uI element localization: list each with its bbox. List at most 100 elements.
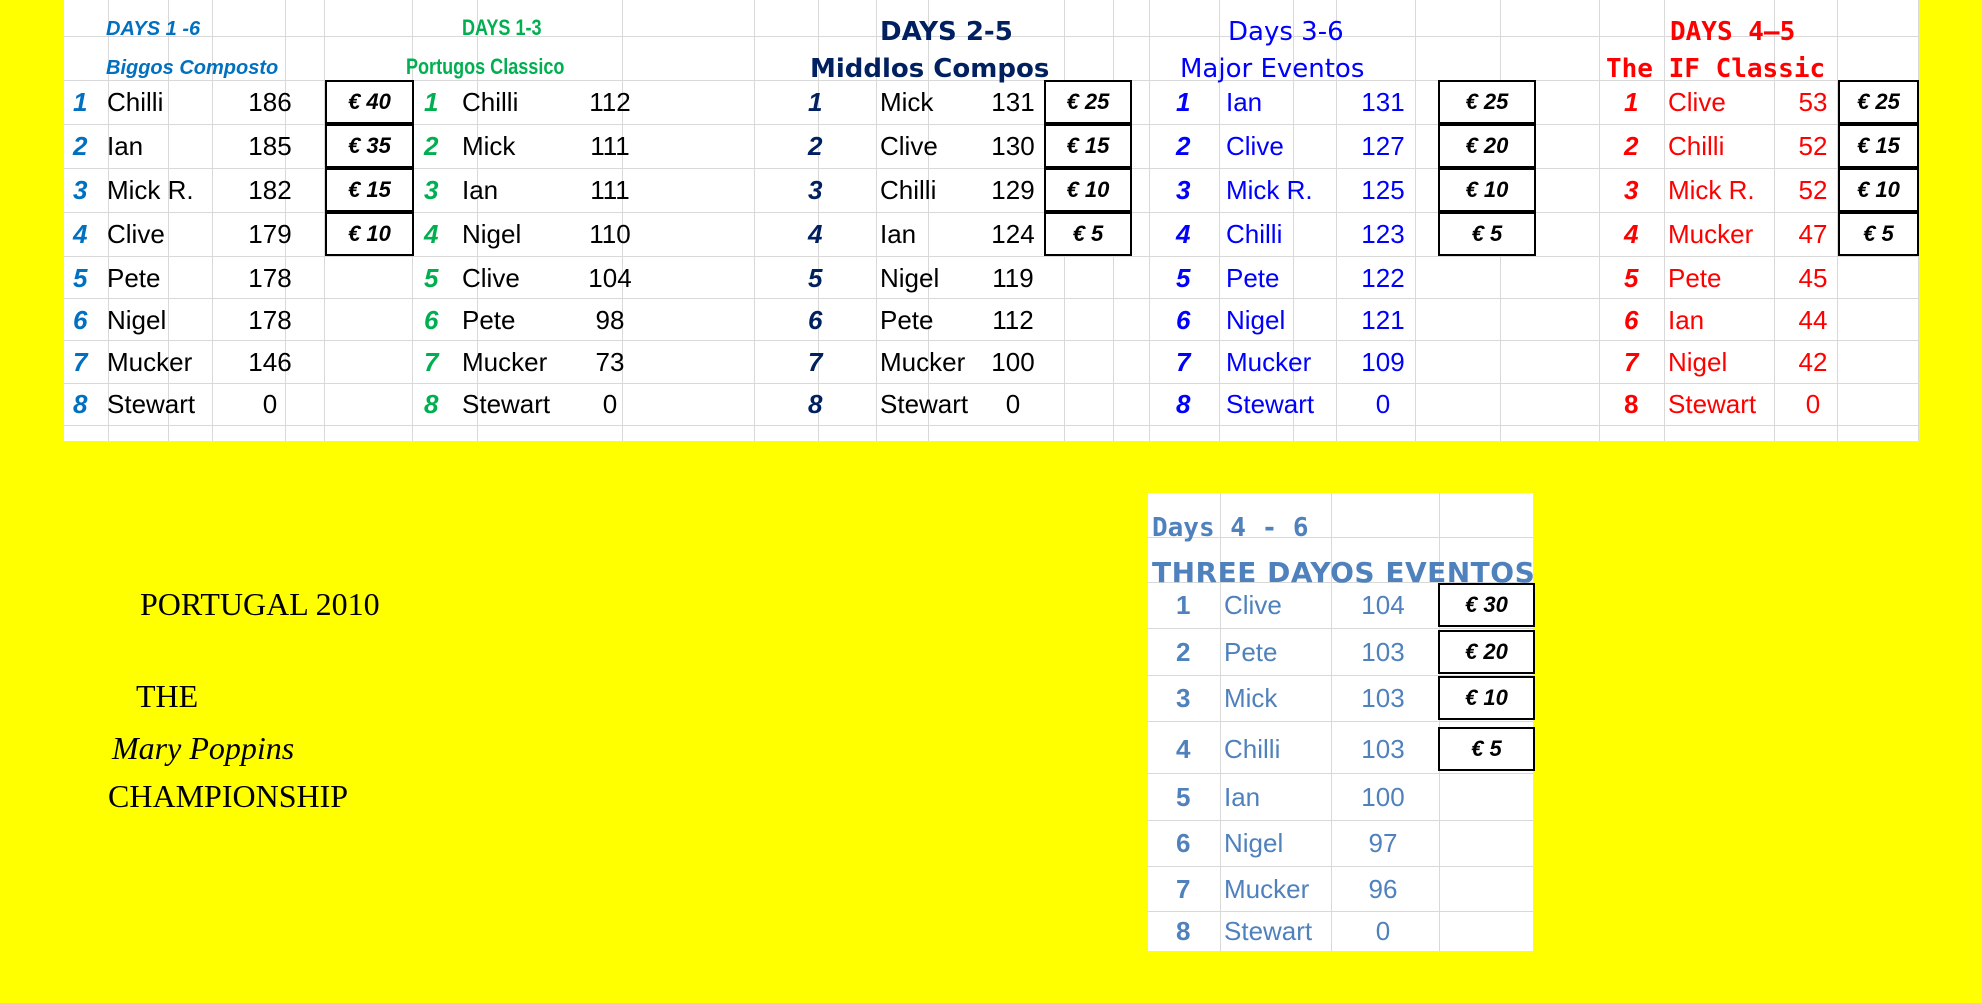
player-name: Pete [1668,263,1722,293]
rank-number: 7 [1176,874,1191,904]
player-score: 111 [590,131,630,161]
player-score: 0 [602,389,618,419]
rank-number: 5 [1176,782,1191,812]
rank-number: 6 [73,305,88,335]
player-score: 0 [262,389,278,419]
rank-number: 8 [1624,389,1639,419]
rank-number: 5 [73,263,88,293]
player-name: Ian [1224,782,1261,812]
player-score: 186 [248,87,292,117]
rank-number: 3 [424,175,439,205]
player-score: 52 [1798,175,1828,205]
prize-box: € 15 [325,168,414,212]
player-name: Mick [462,131,516,161]
section-event-name: Major Eventos [1180,54,1365,84]
player-name: Clive [1224,590,1282,620]
section-event-name: Middlos Compos [810,54,1050,84]
player-score: 112 [992,305,1034,335]
rank-number: 3 [808,175,823,205]
player-name: Nigel [107,305,167,335]
player-score: 100 [991,347,1035,377]
player-score: 73 [595,347,625,377]
prize-box: € 35 [325,124,414,168]
player-name: Mick R. [1668,175,1755,205]
player-name: Mucker [107,347,193,377]
player-name: Pete [1226,263,1280,293]
player-name: Ian [107,131,144,161]
player-score: 185 [248,131,292,161]
player-score: 96 [1368,874,1398,904]
section-event-name: The IF Classic [1606,54,1826,84]
poster-mary-poppins: Mary Poppins [112,730,295,766]
rank-number: 4 [424,219,439,249]
poster-title: PORTUGAL 2010 [140,586,380,622]
player-score: 124 [991,219,1035,249]
player-name: Stewart [880,389,969,419]
prize-box: € 5 [1438,212,1536,256]
player-score: 103 [1361,734,1405,764]
rank-number: 3 [1176,175,1191,205]
player-score: 103 [1361,683,1405,713]
rank-number: 2 [1176,131,1191,161]
player-name: Nigel [1668,347,1728,377]
player-score: 100 [1361,782,1405,812]
player-name: Mucker [880,347,966,377]
prize-box: € 25 [1438,80,1536,124]
player-name: Ian [880,219,917,249]
player-name: Chilli [1224,734,1281,764]
rank-number: 2 [73,131,88,161]
player-score: 104 [588,263,632,293]
section-days-label: DAYS 1-3 [462,15,542,40]
player-score: 97 [1368,828,1398,858]
player-score: 119 [992,263,1034,293]
player-name: Stewart [1224,916,1313,946]
rank-number: 3 [1176,683,1191,713]
player-name: Mucker [462,347,548,377]
prize-box: € 10 [1838,168,1919,212]
player-score: 52 [1798,131,1828,161]
rank-number: 3 [73,175,88,205]
player-name: Mick [880,87,934,117]
player-name: Mucker [1226,347,1312,377]
player-name: Nigel [1224,828,1284,858]
player-score: 122 [1361,263,1405,293]
rank-number: 8 [1176,389,1191,419]
section-days-label: DAYS 1 -6 [106,18,201,40]
rank-number: 4 [73,219,88,249]
player-name: Mucker [1224,874,1310,904]
rank-number: 8 [424,389,439,419]
prize-box: € 5 [1838,212,1919,256]
player-name: Stewart [1668,389,1757,419]
rank-number: 7 [73,347,88,377]
rank-number: 7 [1624,347,1639,377]
prize-box: € 15 [1838,124,1919,168]
rank-number: 6 [1176,305,1191,335]
prize-box: € 10 [1438,168,1536,212]
prize-box: € 20 [1438,630,1535,674]
player-score: 178 [248,305,292,335]
player-name: Clive [880,131,938,161]
rank-number: 4 [808,219,823,249]
rank-number: 8 [73,389,88,419]
rank-number: 5 [424,263,439,293]
player-name: Clive [107,219,165,249]
player-score: 0 [1375,389,1391,419]
player-name: Stewart [107,389,196,419]
player-score: 104 [1361,590,1405,620]
prize-box: € 10 [325,212,414,256]
player-name: Mick [1224,683,1278,713]
player-name: Chilli [107,87,164,117]
player-score: 179 [248,219,292,249]
player-name: Mick R. [1226,175,1313,205]
player-name: Chilli [1226,219,1283,249]
section-days-label: Days 4 - 6 [1152,513,1309,543]
player-score: 131 [1361,87,1405,117]
rank-number: 4 [1176,219,1191,249]
rank-number: 1 [424,87,439,117]
player-score: 103 [1361,637,1405,667]
player-name: Ian [1668,305,1705,335]
player-score: 47 [1798,219,1828,249]
rank-number: 3 [1624,175,1639,205]
rank-number: 6 [808,305,823,335]
player-score: 110 [589,219,631,249]
